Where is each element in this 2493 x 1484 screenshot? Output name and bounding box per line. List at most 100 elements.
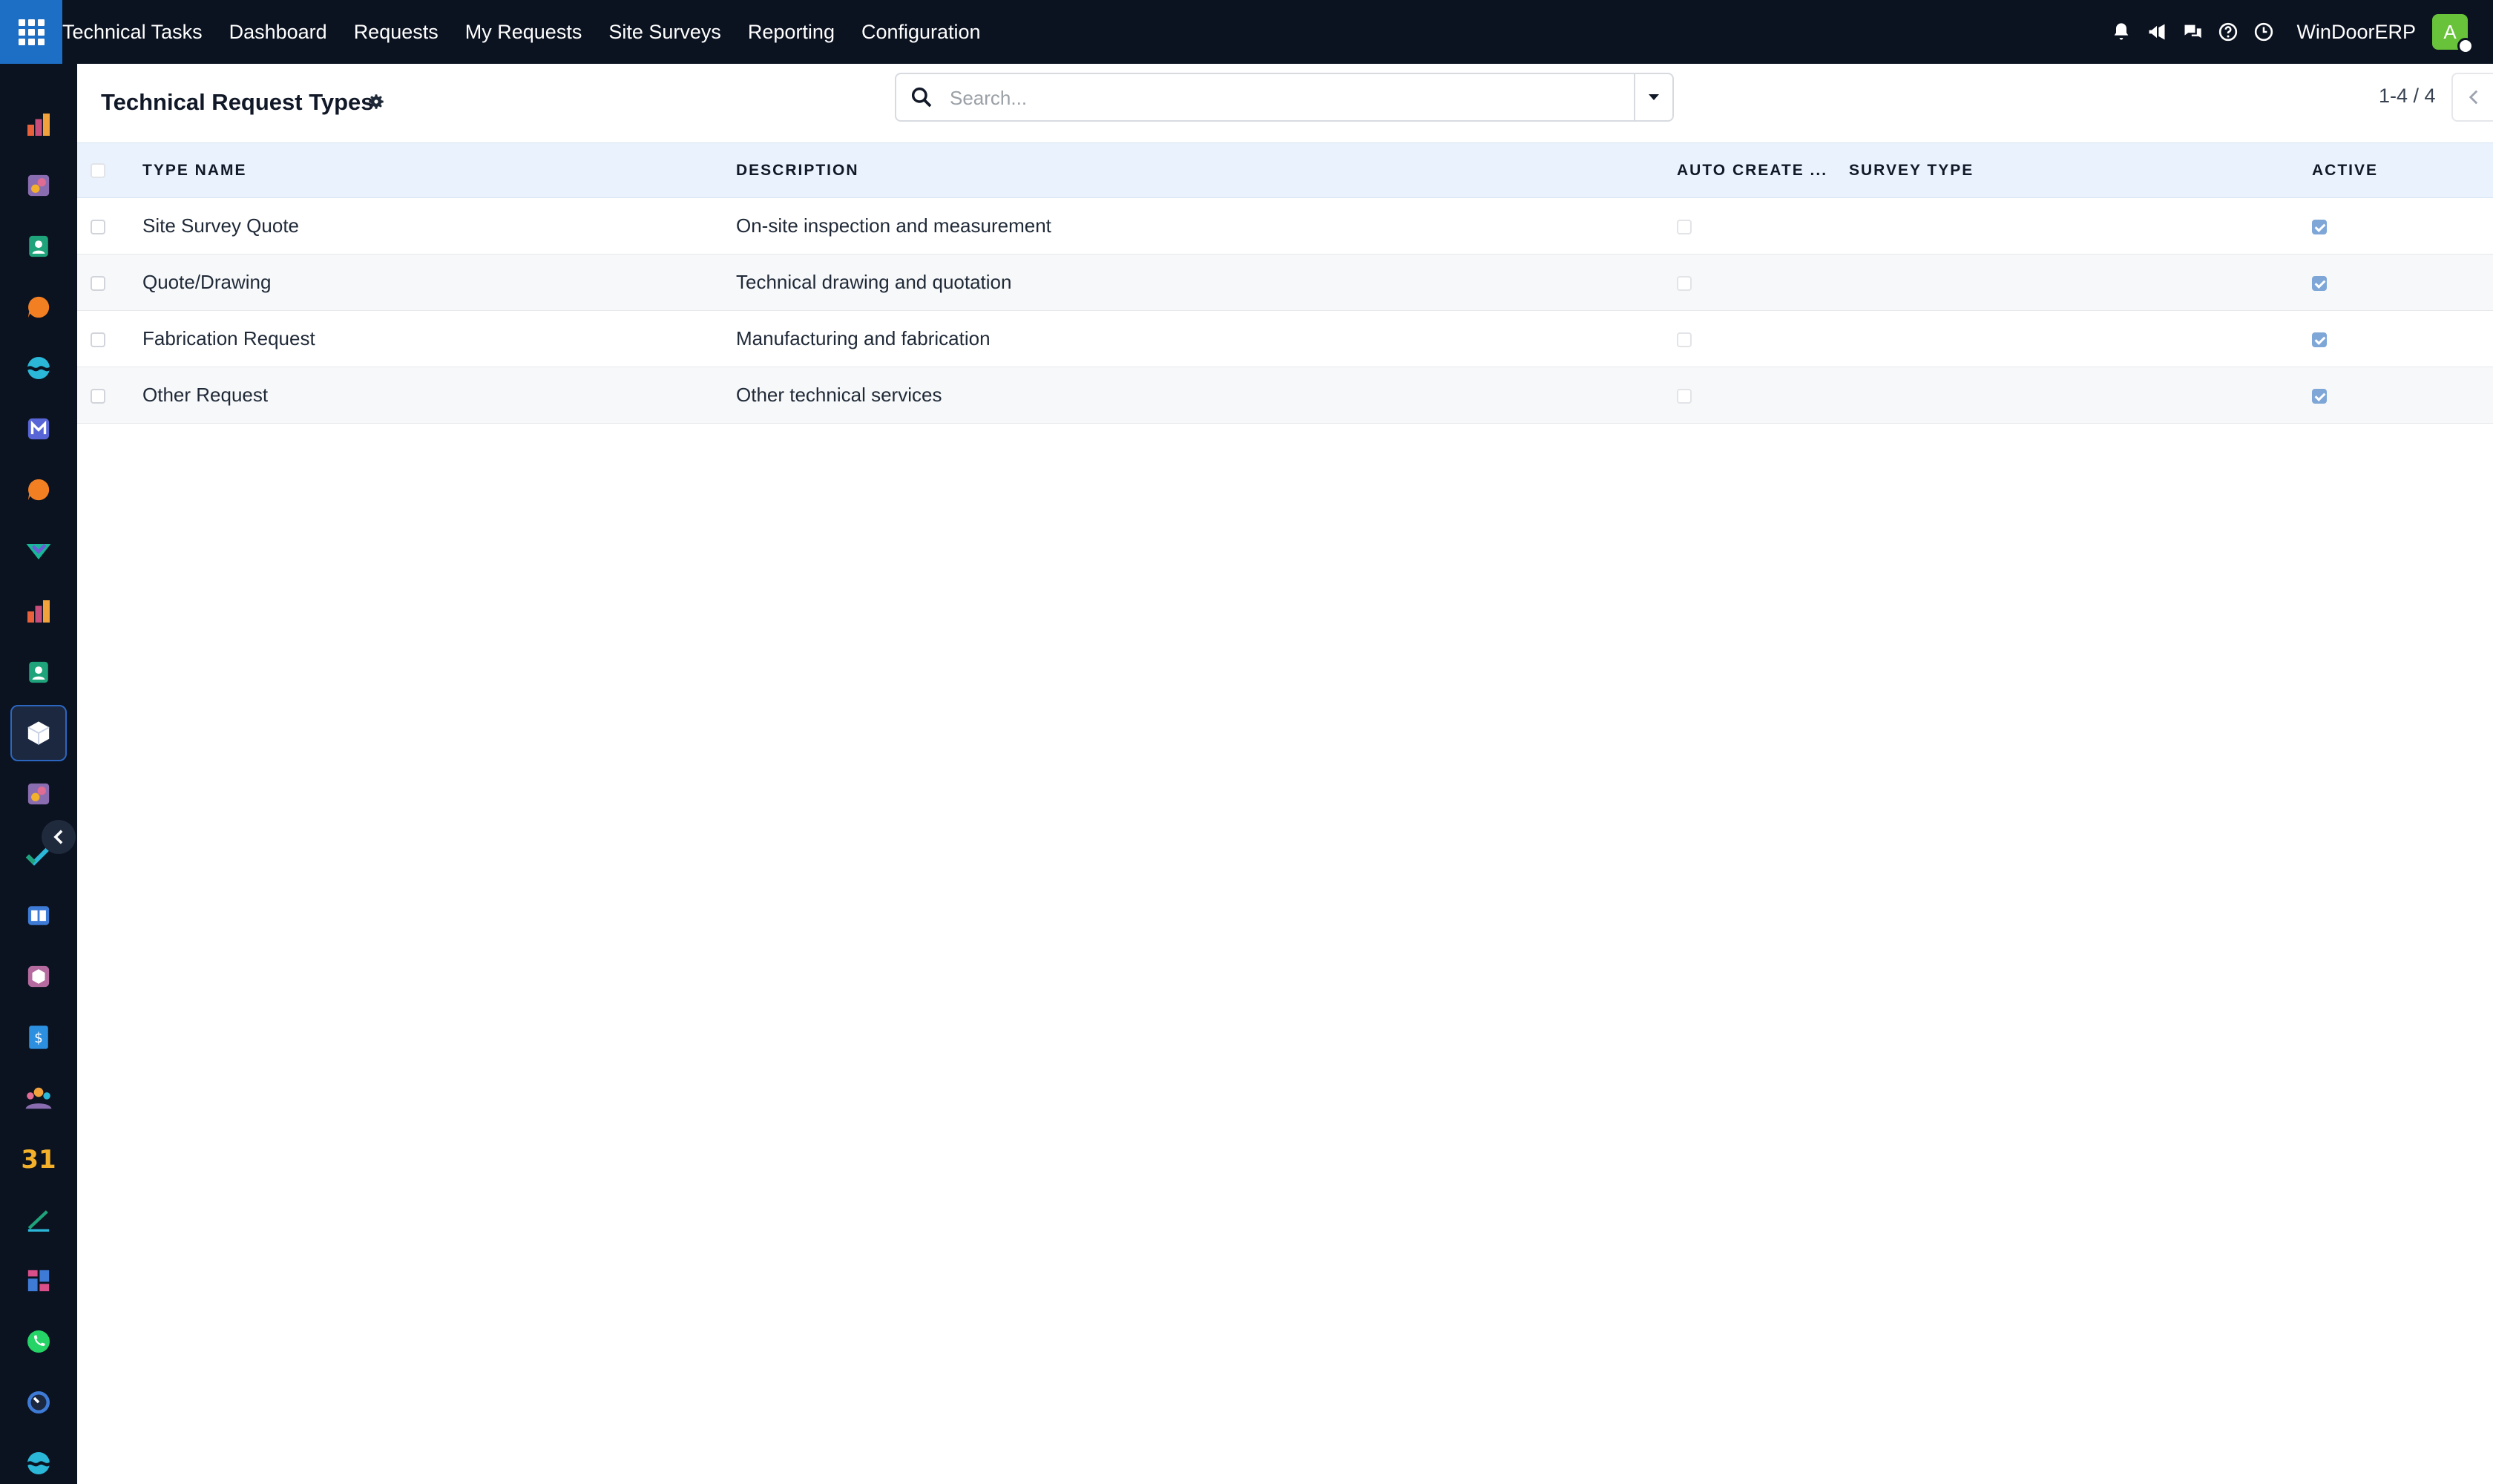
dashboard-app-icon — [27, 1270, 50, 1292]
caret-down-icon — [1649, 94, 1659, 100]
cell-survey-type[interactable] — [1849, 367, 2312, 424]
column-header-auto-create[interactable]: AUTO CREATE ... — [1677, 142, 1849, 198]
cell-type-name[interactable]: Site Survey Quote — [142, 198, 736, 255]
pager-value[interactable]: 1-4 / 4 — [2379, 85, 2436, 108]
auto-create-checkbox — [1677, 276, 1692, 292]
cell-description[interactable]: Technical drawing and quotation — [736, 255, 1677, 311]
sidebar-app-4[interactable] — [10, 279, 67, 335]
pager-previous-button[interactable] — [2451, 73, 2493, 122]
control-panel: Technical Request Types 1-4 / 4 — [77, 64, 2493, 142]
sidebar-app-21[interactable] — [10, 1313, 67, 1370]
menu-configuration[interactable]: Configuration — [861, 21, 981, 44]
bar-chart-app-icon — [27, 114, 50, 136]
search-bar — [895, 73, 1674, 122]
list-view: TYPE NAME DESCRIPTION AUTO CREATE ... SU… — [77, 142, 2493, 424]
menu-site-surveys[interactable]: Site Surveys — [608, 21, 721, 44]
apps-grid-icon — [18, 19, 45, 45]
cell-type-name[interactable]: Fabrication Request — [142, 311, 736, 367]
row-select-checkbox[interactable] — [91, 276, 105, 292]
select-all-checkbox[interactable] — [91, 162, 105, 178]
table-row[interactable]: Quote/Drawing Technical drawing and quot… — [77, 254, 2493, 311]
row-select-cell — [77, 367, 142, 424]
sidebar-app-18[interactable]: 31 — [10, 1131, 67, 1187]
cell-active — [2312, 311, 2493, 367]
top-navbar: Technical Tasks Dashboard Requests My Re… — [0, 0, 2493, 64]
cell-description[interactable]: Manufacturing and fabrication — [736, 311, 1677, 367]
cell-survey-type[interactable] — [1849, 311, 2312, 367]
select-all-cell — [77, 142, 142, 198]
menu-dashboard[interactable]: Dashboard — [229, 21, 327, 44]
help-icon[interactable] — [2210, 0, 2246, 64]
sidebar-app-7[interactable] — [10, 462, 67, 518]
gear-icon[interactable] — [367, 92, 386, 111]
bell-icon[interactable] — [2103, 0, 2139, 64]
paint-app-icon — [27, 783, 50, 805]
mail-app-icon — [27, 418, 50, 440]
cell-survey-type[interactable] — [1849, 255, 2312, 311]
sidebar-collapse-button[interactable] — [42, 820, 76, 854]
sidebar-app-12[interactable] — [10, 766, 67, 822]
column-header-description[interactable]: DESCRIPTION — [736, 142, 1677, 198]
menu-my-requests[interactable]: My Requests — [465, 21, 582, 44]
apps-menu-button[interactable] — [0, 0, 62, 64]
active-checkbox — [2312, 389, 2327, 404]
menu-requests[interactable]: Requests — [354, 21, 439, 44]
table-row[interactable]: Fabrication Request Manufacturing and fa… — [77, 311, 2493, 367]
table-header-row: TYPE NAME DESCRIPTION AUTO CREATE ... SU… — [77, 142, 2493, 198]
cube-app-icon — [27, 721, 50, 745]
search-input[interactable] — [950, 83, 1588, 113]
svg-text:$: $ — [34, 1031, 43, 1046]
cell-type-name[interactable]: Quote/Drawing — [142, 255, 736, 311]
sidebar-app-23[interactable] — [10, 1435, 67, 1484]
company-switcher[interactable]: WinDoorERP — [2296, 21, 2416, 44]
row-select-checkbox[interactable] — [91, 332, 105, 348]
cell-description[interactable]: On-site inspection and measurement — [736, 198, 1677, 255]
sidebar-app-2[interactable] — [10, 157, 67, 214]
cell-type-name[interactable]: Other Request — [142, 367, 736, 424]
sidebar-app-1[interactable] — [10, 96, 67, 153]
box-app-icon — [27, 965, 50, 988]
sidebar-app-14[interactable] — [10, 887, 67, 944]
column-header-survey-type[interactable]: SURVEY TYPE — [1849, 142, 2312, 198]
sidebar-app-16[interactable]: $ — [10, 1009, 67, 1066]
sidebar-app-5[interactable] — [10, 340, 67, 396]
table-row[interactable]: Site Survey Quote On-site inspection and… — [77, 198, 2493, 255]
presence-status-icon — [2457, 38, 2474, 54]
column-header-active[interactable]: ACTIVE — [2312, 142, 2493, 198]
sidebar-app-22[interactable] — [10, 1374, 67, 1431]
sidebar-app-15[interactable] — [10, 948, 67, 1005]
sidebar-app-20[interactable] — [10, 1252, 67, 1309]
row-select-checkbox[interactable] — [91, 389, 105, 404]
gauge-app-icon — [27, 1391, 50, 1414]
clock-icon[interactable] — [2246, 0, 2282, 64]
sidebar-app-8[interactable] — [10, 522, 67, 579]
sidebar-app-technical-tasks[interactable] — [10, 705, 67, 761]
search-options-toggle[interactable] — [1634, 74, 1672, 120]
sidebar-app-6[interactable] — [10, 401, 67, 457]
chevron-left-icon — [2469, 90, 2478, 105]
row-select-checkbox[interactable] — [91, 220, 105, 235]
invoice-app-icon: $ — [29, 1025, 48, 1049]
sidebar-app-17[interactable] — [10, 1070, 67, 1126]
avatar-initial: A — [2443, 20, 2457, 43]
sidebar-app-10[interactable] — [10, 644, 67, 700]
sidebar-app-19[interactable] — [10, 1192, 67, 1248]
row-select-cell — [77, 311, 142, 367]
megaphone-icon[interactable] — [2139, 0, 2175, 64]
paint-app-icon — [27, 174, 50, 197]
active-checkbox — [2312, 220, 2327, 235]
column-header-type-name[interactable]: TYPE NAME — [142, 142, 736, 198]
user-avatar[interactable]: A — [2432, 14, 2474, 54]
sidebar-app-3[interactable] — [10, 218, 67, 275]
cell-survey-type[interactable] — [1849, 198, 2312, 255]
menu-reporting[interactable]: Reporting — [748, 21, 835, 44]
check-ribbon-app-icon — [26, 543, 51, 559]
cell-description[interactable]: Other technical services — [736, 367, 1677, 424]
chat-icon[interactable] — [2175, 0, 2210, 64]
book-app-icon — [27, 906, 50, 925]
sidebar-app-9[interactable] — [10, 583, 67, 640]
active-checkbox — [2312, 276, 2327, 292]
table-row[interactable]: Other Request Other technical services — [77, 367, 2493, 424]
search-icon — [911, 87, 932, 108]
app-name[interactable]: Technical Tasks — [62, 21, 203, 44]
